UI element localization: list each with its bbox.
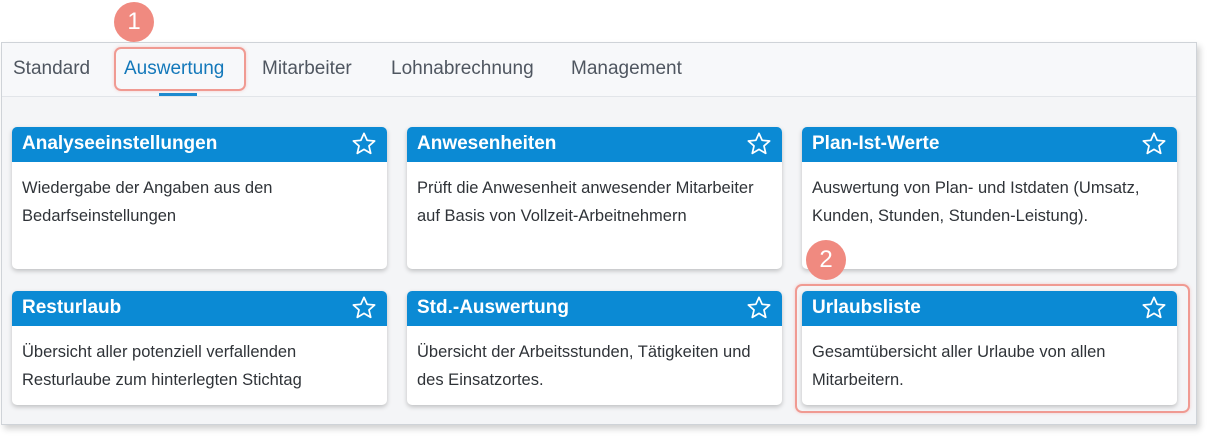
card-description: Übersicht der Arbeitsstunden, Tätigkeite…: [417, 343, 751, 389]
tab-lohnabrechnung[interactable]: Lohnabrechnung: [391, 43, 534, 96]
card-description: Übersicht aller potenziell verfallenden …: [22, 343, 302, 389]
tab-mitarbeiter[interactable]: Mitarbeiter: [262, 43, 352, 96]
step-badge-1: 1: [114, 2, 154, 42]
step-badge-2: 2: [806, 240, 846, 280]
tab-management[interactable]: Management: [571, 43, 682, 96]
card-header: Analyseeinstellungen: [12, 127, 387, 162]
highlight-urlaubsliste-card: [795, 284, 1190, 413]
star-outline-icon[interactable]: [351, 295, 377, 321]
card-title: Analyseeinstellungen: [22, 133, 218, 154]
star-outline-icon[interactable]: [1141, 131, 1167, 157]
card-title: Resturlaub: [22, 297, 122, 318]
card-description: Wiedergabe der Angaben aus den Bedarfsei…: [22, 179, 273, 225]
card-header: Anwesenheiten: [407, 127, 782, 162]
card-title: Std.-Auswertung: [417, 297, 569, 318]
card-description: Prüft die Anwesenheit anwesender Mitarbe…: [417, 179, 754, 225]
card-header: Std.-Auswertung: [407, 291, 782, 326]
active-tab-indicator: [159, 93, 197, 96]
card-analyseeinstellungen[interactable]: Analyseeinstellungen Wiedergabe der Anga…: [12, 127, 387, 269]
star-outline-icon[interactable]: [746, 131, 772, 157]
card-description: Auswertung von Plan- und Istdaten (Umsat…: [812, 179, 1140, 225]
card-resturlaub[interactable]: Resturlaub Übersicht aller potenziell ve…: [12, 291, 387, 405]
star-outline-icon[interactable]: [351, 131, 377, 157]
card-std-auswertung[interactable]: Std.-Auswertung Übersicht der Arbeitsstu…: [407, 291, 782, 405]
star-outline-icon[interactable]: [746, 295, 772, 321]
card-title: Anwesenheiten: [417, 133, 557, 154]
card-header: Resturlaub: [12, 291, 387, 326]
highlight-auswertung-tab: [114, 47, 246, 91]
card-header: Plan-Ist-Werte: [802, 127, 1177, 162]
card-title: Plan-Ist-Werte: [812, 133, 940, 154]
card-anwesenheiten[interactable]: Anwesenheiten Prüft die Anwesenheit anwe…: [407, 127, 782, 269]
tab-standard[interactable]: Standard: [13, 43, 90, 96]
card-plan-ist-werte[interactable]: Plan-Ist-Werte Auswertung von Plan- und …: [802, 127, 1177, 269]
